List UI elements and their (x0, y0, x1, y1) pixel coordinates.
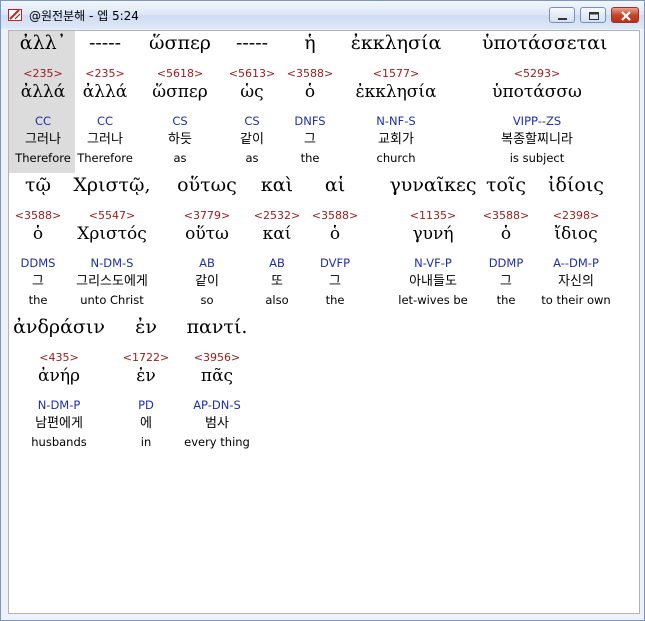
parsing-code: VIPP--ZS (512, 114, 562, 128)
word-entry[interactable]: αἱ <3588> ὁ DVFP 그 the (280, 174, 390, 310)
korean-gloss: 그 (329, 274, 341, 289)
english-gloss: church (376, 151, 416, 165)
app-window: @원전분해 - 엡 5:24 ἀλλ᾽ <235> ἀλλά CC 그러나 Therefo… (0, 0, 645, 621)
english-gloss: to their own (541, 293, 611, 307)
strongs-number: <5293> (513, 67, 561, 80)
close-button[interactable] (611, 7, 639, 23)
word-entry[interactable]: ἐκκλησία <1577> ἐκκλησία N-NF-S 교회가 church (341, 32, 451, 168)
english-gloss: is subject (509, 151, 565, 165)
interlinear-panel[interactable]: ἀλλ᾽ <235> ἀλλά CC 그러나 Therefore ----- <235> ἀλλ… (8, 30, 640, 614)
english-gloss: every thing (184, 435, 250, 449)
minimize-button[interactable] (549, 7, 575, 23)
strongs-number: <1577> (372, 67, 420, 80)
strongs-number: <3956> (193, 351, 241, 364)
greek-word: αἱ (324, 174, 346, 196)
word-entry[interactable]: ἰδίοις <2398> ἴδιος A--DM-P 자신의 to their own (521, 174, 631, 310)
parsing-code: AP-DN-S (193, 398, 241, 412)
lemma: ἐκκλησία (355, 82, 437, 102)
lemma: ὑποτάσσω (492, 82, 582, 102)
lemma: ἴδιος (554, 224, 598, 244)
minimize-icon (558, 18, 567, 20)
greek-word: παντί. (186, 316, 248, 338)
greek-word: Χριστῷ, (73, 174, 151, 196)
word-entry[interactable]: παντί. <3956> πᾶς AP-DN-S 범사 every thing (162, 316, 272, 452)
parsing-code: N-DM-S (90, 256, 134, 270)
greek-word: ὑποτάσσεται (482, 32, 608, 54)
korean-gloss: 복종할찌니라 (501, 132, 573, 147)
korean-gloss: 자신의 (558, 274, 594, 289)
lemma: πᾶς (200, 366, 234, 386)
parsing-code: A--DM-P (553, 256, 599, 270)
window-title: @원전분해 - 엡 5:24 (29, 9, 139, 23)
parsing-code: DVFP (319, 256, 351, 270)
lemma: Χριστός (77, 224, 147, 244)
strongs-number: <5547> (88, 209, 136, 222)
title-bar[interactable]: @원전분해 - 엡 5:24 (1, 1, 644, 29)
word-entry[interactable]: ὑποτάσσεται <5293> ὑποτάσσω VIPP--ZS 복종할찌니라 i… (482, 32, 608, 168)
close-icon (621, 11, 631, 21)
strongs-number: <3588> (311, 209, 359, 222)
english-gloss: unto Christ (80, 293, 144, 307)
maximize-icon (589, 12, 599, 20)
korean-gloss: 범사 (205, 416, 229, 431)
korean-gloss: 그리스도에게 (76, 274, 148, 289)
english-gloss: the (325, 293, 345, 307)
greek-word: ἐκκλησία (350, 32, 442, 54)
word-entry[interactable]: Χριστῷ, <5547> Χριστός N-DM-S 그리스도에게 unto Chr… (57, 174, 167, 310)
parsing-code: N-NF-S (376, 114, 416, 128)
maximize-button[interactable] (580, 7, 606, 23)
lemma: ὁ (329, 224, 341, 244)
strongs-number: <2398> (552, 209, 600, 222)
bible-app-icon (8, 9, 22, 21)
greek-word: ἰδίοις (548, 174, 604, 196)
korean-gloss: 교회가 (378, 132, 414, 147)
